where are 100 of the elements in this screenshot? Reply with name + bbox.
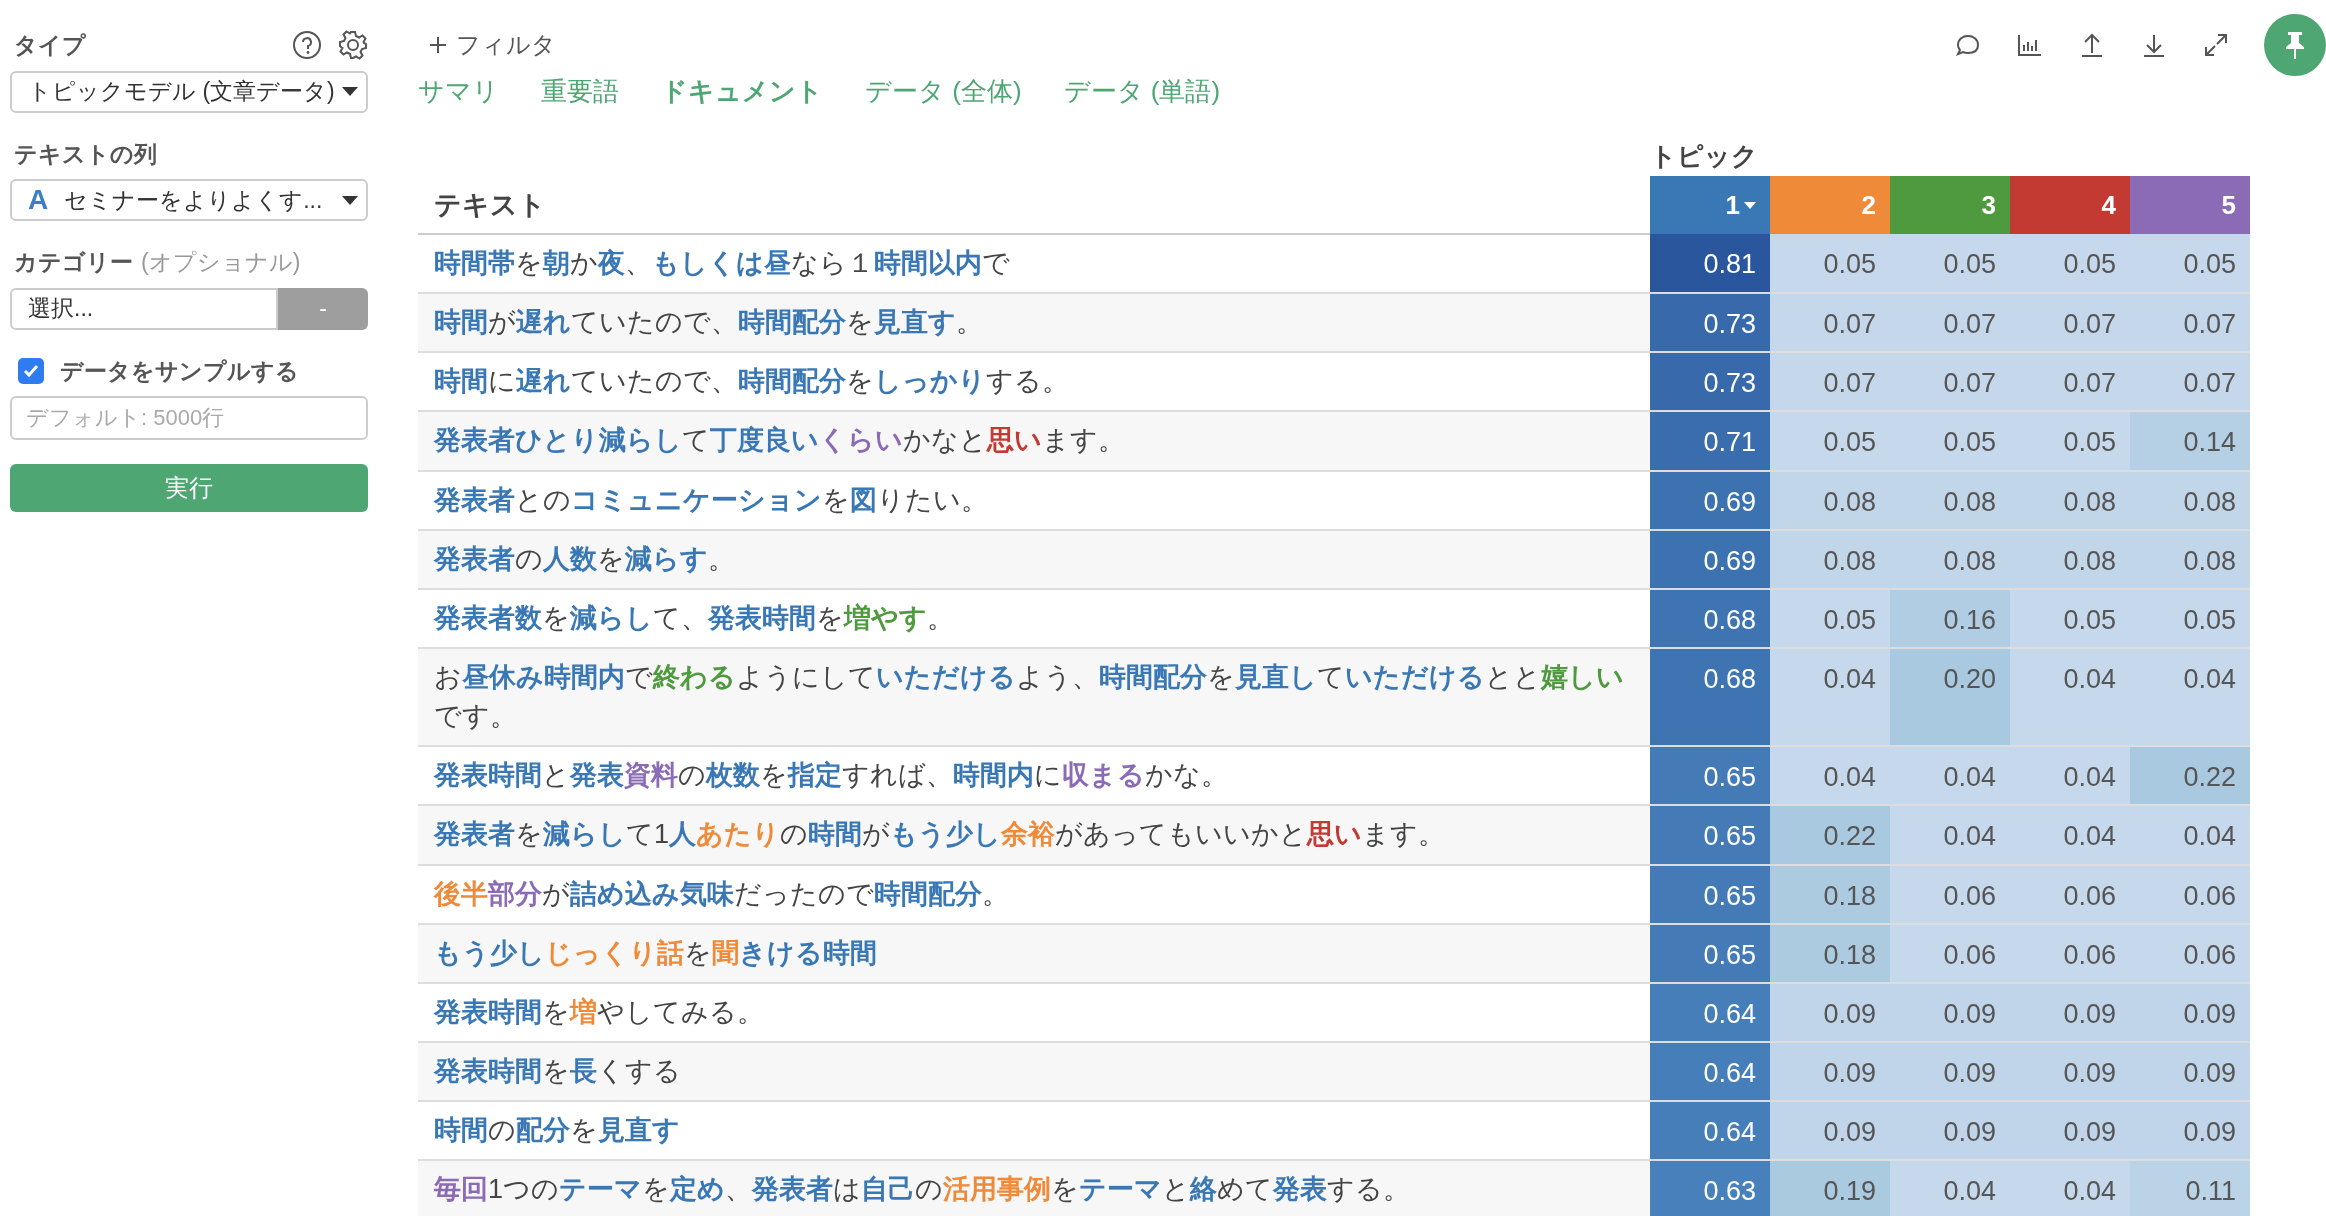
caret-icon (342, 87, 358, 96)
text-type-icon: A (28, 179, 49, 221)
table-cell: 0.09 (1770, 1041, 1890, 1102)
table-cell: 0.18 (1770, 864, 1890, 924)
table-cell: 0.68 (1650, 648, 1770, 747)
table-cell: 0.07 (1770, 293, 1890, 353)
table-cell: 0.09 (1890, 982, 2010, 1042)
table-cell: 0.08 (1770, 529, 1890, 589)
table-cell: 0.07 (2130, 352, 2251, 412)
clear-button[interactable]: - (278, 287, 368, 330)
table-cell: 0.05 (1770, 234, 1890, 294)
document-text: 時間の配分を見直す (418, 1101, 1650, 1161)
table-cell: 0.07 (1770, 352, 1890, 412)
table-cell: 0.09 (2010, 1101, 2130, 1161)
help-icon[interactable] (292, 30, 322, 61)
table-cell: 0.73 (1650, 352, 1770, 412)
document-text: 後半部分が詰め込み気味だったので時間配分。 (418, 864, 1650, 924)
table-cell: 0.68 (1650, 588, 1770, 648)
category-dropdown[interactable]: 選択... (10, 287, 278, 330)
table-cell: 0.05 (2010, 411, 2130, 471)
table-cell: 0.19 (1770, 1160, 1890, 1216)
document-text: 発表者ひとり減らして丁度良い くらいかなと 思い ます。 (418, 411, 1650, 471)
table-cell: 0.73 (1650, 293, 1770, 353)
table-cell: 0.07 (2010, 293, 2130, 353)
column-header[interactable]: 1 (1650, 176, 1770, 234)
tab[interactable]: データ (全体) (865, 72, 1022, 111)
table-cell: 0.65 (1650, 864, 1770, 924)
table-cell: 0.08 (1890, 529, 2010, 589)
table-cell: 0.65 (1650, 923, 1770, 983)
table-cell: 0.08 (1890, 470, 2010, 530)
run-button[interactable]: 実行 (10, 464, 368, 512)
tab[interactable]: 重要語 (541, 72, 619, 111)
table-cell: 0.65 (1650, 746, 1770, 806)
column-header[interactable]: 5 (2130, 176, 2251, 234)
checkbox-label: データをサンプルする (60, 356, 299, 386)
filter-button[interactable]: フィルタ (428, 27, 556, 63)
document-text: 発表時間と 発表資料の枚数を指定すれば、時間内に収まるかな。 (418, 746, 1650, 806)
table-cell: 0.04 (2010, 805, 2130, 865)
table-cell: 0.04 (1890, 805, 2010, 865)
table-cell: 0.09 (1890, 1041, 2010, 1102)
table-cell: 0.06 (1890, 864, 2010, 924)
settings-icon[interactable] (338, 30, 368, 61)
table-cell: 0.04 (1770, 746, 1890, 806)
document-text: 発表者数を減らして、発表時間を増やす。 (418, 588, 1650, 648)
sort-caret-icon (1744, 201, 1756, 209)
table-cell: 0.06 (2130, 864, 2251, 924)
caret-icon (342, 195, 358, 205)
column-dropdown[interactable]: A セミナーをよりよくす... (10, 179, 368, 221)
table-cell: 0.05 (1890, 234, 2010, 294)
column-header[interactable]: 4 (2010, 176, 2130, 234)
table-cell: 0.05 (1770, 588, 1890, 648)
table-cell: 0.07 (1890, 293, 2010, 353)
tab[interactable]: データ (単語) (1063, 72, 1221, 111)
document-text: 時間に遅れていたので、時間配分を しっかり する。 (418, 352, 1650, 412)
checkbox[interactable] (18, 357, 44, 384)
table-cell: 0.08 (2130, 470, 2251, 530)
table-cell: 0.04 (1890, 746, 2010, 806)
document-text: もう少し じっくり話を聞きける時間 (418, 923, 1650, 983)
table-cell: 0.05 (1890, 411, 2010, 471)
table-cell: 0.69 (1650, 470, 1770, 530)
table-cell: 0.64 (1650, 1101, 1770, 1161)
table-cell: 0.09 (1770, 982, 1890, 1042)
field-label: カテゴリー (14, 248, 133, 277)
table-cell: 0.22 (2130, 746, 2251, 806)
toolbar-button[interactable] (2202, 31, 2230, 59)
table-cell: 0.09 (2010, 1041, 2130, 1102)
tab[interactable]: ドキュメント (661, 72, 823, 111)
table-cell: 0.14 (2130, 411, 2251, 471)
table-cell: 0.64 (1650, 1041, 1770, 1102)
table-cell: 0.16 (1890, 588, 2010, 648)
table-cell: 0.69 (1650, 529, 1770, 589)
field-label: タイプ (14, 31, 86, 60)
document-text: 毎回1つのテーマ を定め、発表者は 自己の活用事例をテーマ と 絡めて発表する。 (418, 1160, 1650, 1216)
group-header: トピック (1650, 141, 1758, 171)
table-cell: 0.05 (2010, 588, 2130, 648)
table-cell: 0.04 (1890, 1160, 2010, 1216)
tab[interactable]: サマリ (418, 72, 499, 111)
table-cell: 0.07 (2130, 293, 2251, 353)
column-header[interactable]: 2 (1770, 176, 1890, 234)
table-cell: 0.09 (2130, 1101, 2251, 1161)
table-cell: 0.06 (2010, 864, 2130, 924)
document-text: 時間帯を朝か夜、もしくは昼なら１ 時間以内で (418, 234, 1650, 294)
sample-size-field[interactable]: デフォルト: 5000行 (10, 396, 368, 440)
table-cell: 0.04 (2010, 648, 2130, 747)
document-text: 発表者の人数を減らす。 (418, 529, 1650, 589)
table-cell: 0.71 (1650, 411, 1770, 471)
table-cell: 0.08 (1770, 470, 1890, 530)
table-cell: 0.09 (2010, 982, 2130, 1042)
table-cell: 0.04 (2010, 1160, 2130, 1216)
document-text: 発表時間を増やしてみる。 (418, 982, 1650, 1042)
table-cell: 0.08 (2010, 529, 2130, 589)
table-cell: 0.05 (1770, 411, 1890, 471)
table-cell: 0.04 (1770, 648, 1890, 747)
type-dropdown[interactable]: トピックモデル (文章データ) (10, 70, 368, 113)
table-cell: 0.08 (2130, 529, 2251, 589)
table-cell: 0.22 (1770, 805, 1890, 865)
table-cell: 0.18 (1770, 923, 1890, 983)
column-header[interactable]: 3 (1890, 176, 2010, 234)
document-text: 発表者を減らして1人あたり の時間がもう少し余裕があってもいいかと 思い ます。 (418, 805, 1650, 865)
table-cell: 0.06 (2130, 923, 2251, 983)
